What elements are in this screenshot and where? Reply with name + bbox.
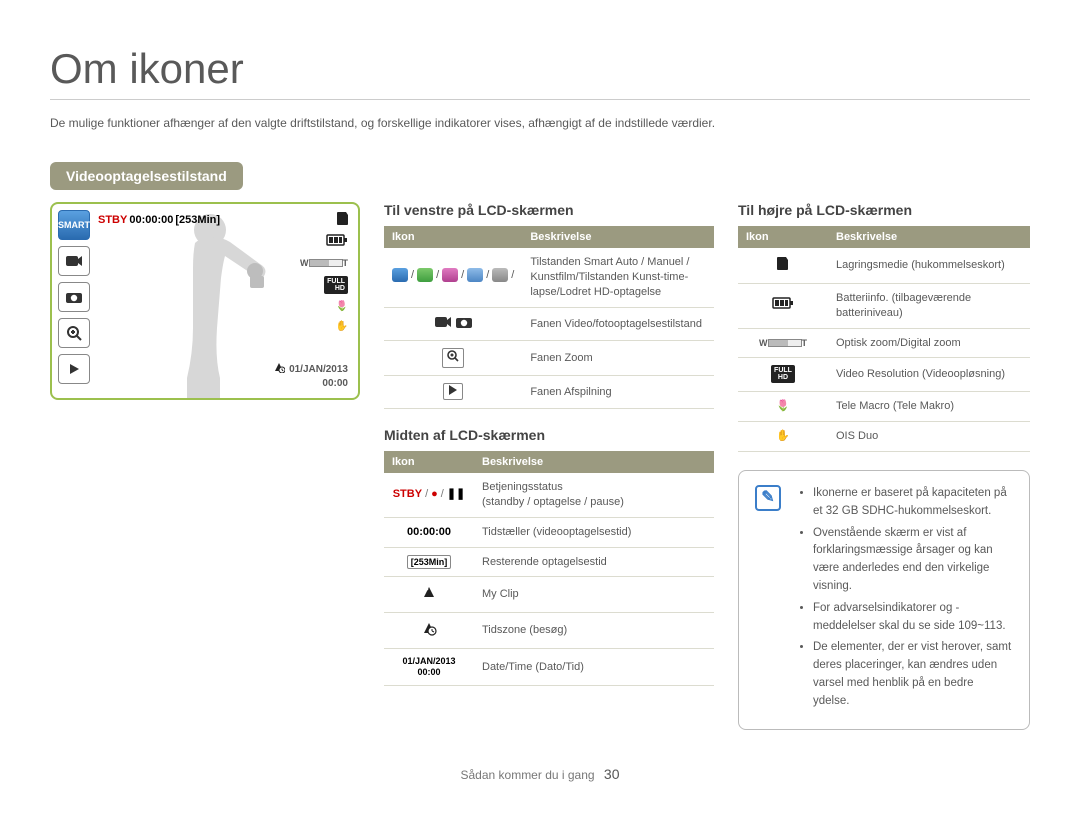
fullhd-cell: FULLHD <box>738 358 828 392</box>
table-cell: Fanen Video/fotooptagelsestilstand <box>522 307 714 341</box>
remain-time: [253Min] <box>175 214 220 226</box>
th-icon: Ikon <box>384 451 474 473</box>
ois-cell: ✋ <box>738 422 828 452</box>
table-cell: My Clip <box>474 577 714 613</box>
smart-mode-icon: SMART <box>58 210 90 240</box>
table-cell: Fanen Afspilning <box>522 376 714 409</box>
th-icon: Ikon <box>384 226 522 248</box>
right-table-heading: Til højre på LCD-skærmen <box>738 202 1030 218</box>
table-cell: Tilstanden Smart Auto / Manuel / Kunstfi… <box>522 248 714 307</box>
rec-time: 00:00:00 <box>129 214 173 226</box>
table-cell: Tele Macro (Tele Makro) <box>828 392 1030 422</box>
note-item: For advarselsindikatorer og -meddelelser… <box>813 600 1013 636</box>
myclip-cell <box>384 577 474 613</box>
zoombar-cell: WT <box>738 328 828 358</box>
stby-status: STBY <box>98 214 127 226</box>
zoom-tab-cell <box>384 341 522 376</box>
note-item: Ovenstående skærm er vist af forklarings… <box>813 525 1013 596</box>
right-table: Ikon Beskrivelse Lagringsmedie (hukommel… <box>738 226 1030 452</box>
play-tab-cell <box>384 376 522 409</box>
th-icon: Ikon <box>738 226 828 248</box>
lcd-date: 01/JAN/2013 <box>289 363 348 376</box>
mode-icons-row: / / / / / <box>392 268 514 283</box>
table-cell: Tidstæller (videooptagelsestid) <box>474 517 714 547</box>
table-cell: Video Resolution (Videoopløsning) <box>828 358 1030 392</box>
zoom-tab-icon <box>58 318 90 348</box>
left-table: Ikon Beskrivelse / / / / / Tilstanden Sm… <box>384 226 714 409</box>
tele-cell: 🌷 <box>738 392 828 422</box>
zoom-bar: WT <box>300 257 348 270</box>
time-cell: 00:00:00 <box>384 517 474 547</box>
video-photo-tab-cell <box>384 307 522 341</box>
video-tab-icon <box>58 246 90 276</box>
note-item: De elementer, der er vist herover, samt … <box>813 639 1013 710</box>
left-table-heading: Til venstre på LCD-skærmen <box>384 202 714 218</box>
stby-cell: STBY/●/❚❚ <box>384 473 474 517</box>
table-cell: Lagringsmedie (hukommelseskort) <box>828 248 1030 283</box>
note-box: ✎ Ikonerne er baseret på kapaciteten på … <box>738 470 1030 730</box>
remain-cell: [253Min] <box>384 547 474 577</box>
tele-macro-icon: 🌷 <box>336 300 348 314</box>
note-icon: ✎ <box>755 485 781 511</box>
lcd-preview: SMART STBY 00:00:00 [253Min] <box>50 202 360 400</box>
section-heading: Videooptagelsestilstand <box>50 162 243 190</box>
play-tab-icon <box>58 354 90 384</box>
table-cell: OIS Duo <box>828 422 1030 452</box>
table-cell: Optisk zoom/Digital zoom <box>828 328 1030 358</box>
photo-tab-icon <box>58 282 90 312</box>
ois-icon: ✋ <box>336 320 348 334</box>
datetime-cell: 01/JAN/201300:00 <box>384 649 474 686</box>
page-number: 30 <box>604 766 620 782</box>
th-desc: Beskrivelse <box>522 226 714 248</box>
table-cell: Fanen Zoom <box>522 341 714 376</box>
mid-table: Ikon Beskrivelse STBY/●/❚❚ Betjeningssta… <box>384 451 714 686</box>
card-icon <box>336 210 350 229</box>
card-cell <box>738 248 828 283</box>
th-desc: Beskrivelse <box>828 226 1030 248</box>
th-desc: Beskrivelse <box>474 451 714 473</box>
lcd-clock: 00:00 <box>273 377 348 390</box>
battery-icon <box>326 234 348 251</box>
page-footer: Sådan kommer du i gang 30 <box>50 766 1030 782</box>
table-cell: Batteriinfo. (tilbageværende batterinive… <box>828 283 1030 328</box>
table-cell: Resterende optagelsestid <box>474 547 714 577</box>
table-cell: Tidszone (besøg) <box>474 613 714 649</box>
mid-table-heading: Midten af LCD-skærmen <box>384 427 714 443</box>
tz-cell <box>384 613 474 649</box>
batt-cell <box>738 283 828 328</box>
note-item: Ikonerne er baseret på kapaciteten på et… <box>813 485 1013 521</box>
page-title: Om ikoner <box>50 45 1030 100</box>
table-cell: Date/Time (Dato/Tid) <box>474 649 714 686</box>
intro-text: De mulige funktioner afhænger af den val… <box>50 114 1030 132</box>
timezone-icon <box>273 361 285 377</box>
fullhd-icon: FULLHD <box>324 276 348 294</box>
table-cell: Betjeningsstatus (standby / optagelse / … <box>474 473 714 517</box>
